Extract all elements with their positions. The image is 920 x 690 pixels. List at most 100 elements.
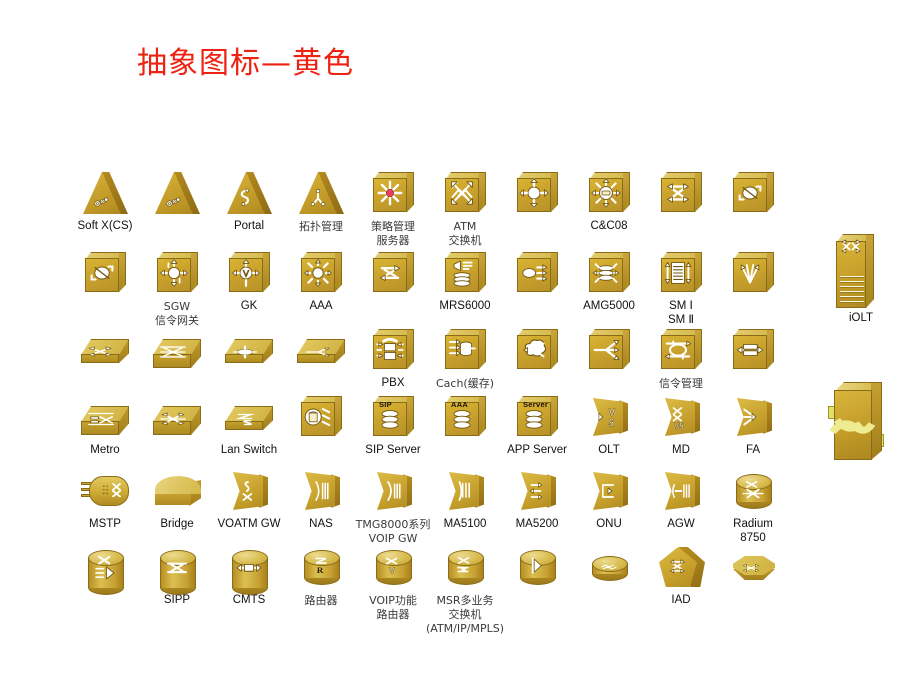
icon-art [583, 248, 635, 298]
icon-chip-label: SIP [379, 400, 392, 409]
icon-cell[interactable] [812, 382, 898, 464]
icon-label: AGW [667, 518, 695, 530]
icon-cell[interactable] [710, 168, 796, 220]
icon-art [367, 248, 419, 298]
cube-body [373, 329, 414, 369]
cube-body [661, 252, 702, 292]
icon-art [295, 392, 347, 442]
icon-art [727, 466, 779, 516]
icon-art [79, 248, 131, 298]
cube-body [229, 252, 270, 292]
capsule-body [81, 476, 129, 506]
icon-art [79, 392, 131, 442]
slab-body [153, 406, 201, 435]
icon-label: VOIP功能 路由器 [369, 594, 417, 621]
cylinder-body [448, 550, 484, 585]
cube-body [517, 172, 558, 212]
icon-label: FA [745, 444, 761, 456]
icon-label: AAA [309, 300, 333, 312]
icon-art [223, 248, 275, 298]
triangle-body [227, 172, 273, 214]
cube-body [373, 252, 414, 292]
icon-label: IAD [671, 594, 691, 606]
icon-label: SGW 信令网关 [155, 300, 199, 327]
icon-art [511, 466, 563, 516]
icon-label: MSTP [89, 518, 121, 530]
icon-art [223, 168, 275, 218]
icon-art [655, 542, 707, 592]
icon-art [295, 248, 347, 298]
cube-body [301, 252, 342, 292]
cube-body [517, 252, 558, 292]
icon-cell[interactable]: Radium 8750 [710, 466, 796, 545]
cube-body [445, 252, 486, 292]
icon-art [727, 248, 779, 298]
icon-label: C&C08 [590, 220, 628, 232]
icon-label: MA5200 [515, 518, 559, 530]
icon-art [655, 325, 707, 375]
icon-chip-label: AAA [451, 400, 469, 409]
plate-body [521, 472, 556, 510]
icon-label: OLT [598, 444, 620, 456]
cube-body [85, 252, 126, 292]
plate-body [665, 398, 700, 436]
cube-body [445, 172, 486, 212]
big-box-body [828, 382, 884, 460]
icon-art [223, 325, 275, 375]
icon-label: Metro [90, 444, 120, 456]
icon-art [511, 248, 563, 298]
slab-body [225, 339, 273, 365]
icon-art [151, 325, 203, 375]
icon-art: AAA [439, 392, 491, 442]
plate-body [305, 472, 340, 510]
icon-art [367, 466, 419, 516]
icon-art: R [295, 542, 347, 592]
icon-art [223, 466, 275, 516]
slab-body [153, 339, 201, 368]
cube-body [661, 172, 702, 212]
icon-art [655, 168, 707, 218]
icon-art [655, 466, 707, 516]
icon-cell[interactable]: FA [710, 392, 796, 458]
icon-cell[interactable]: iOLT [818, 234, 904, 326]
cylinder-body [304, 550, 340, 585]
icon-label: Portal [233, 220, 265, 232]
plate-body [593, 472, 628, 510]
icon-art [828, 234, 894, 310]
cylinder-body [592, 556, 628, 581]
icon-art [511, 168, 563, 218]
icon-label: Radium 8750 [733, 518, 773, 544]
icon-art [583, 168, 635, 218]
icon-art [439, 248, 491, 298]
cube-body [661, 329, 702, 369]
icon-art [511, 325, 563, 375]
plate-body [737, 398, 772, 436]
icon-cell[interactable] [710, 248, 796, 300]
icon-art: Server [511, 392, 563, 442]
cube-body [301, 396, 342, 436]
cube-body [589, 252, 630, 292]
cube-body [733, 172, 774, 212]
icon-art [79, 466, 131, 516]
icon-cell[interactable] [710, 542, 796, 594]
icon-cell[interactable] [710, 325, 796, 377]
icon-art [79, 168, 131, 218]
icon-art [151, 542, 203, 595]
octagon-body [733, 556, 775, 582]
icon-label: NAS [309, 518, 333, 530]
cube-body [373, 172, 414, 212]
icon-label: PBX [381, 377, 405, 389]
icon-label: iOLT [848, 312, 874, 324]
icon-label: MD [672, 444, 690, 456]
icon-label: Cach(缓存) [435, 377, 495, 390]
icon-label: GK [240, 300, 258, 312]
icon-art [79, 325, 131, 375]
icon-art [223, 542, 275, 595]
icon-art: V5 [583, 392, 635, 442]
plate-body [377, 472, 412, 510]
icon-label: AMG5000 [583, 300, 635, 312]
icon-art [151, 466, 203, 516]
icon-label: SIP Server [365, 444, 421, 456]
icon-label: 信令管理 [659, 377, 703, 390]
icon-chip-label: Server [523, 400, 549, 409]
